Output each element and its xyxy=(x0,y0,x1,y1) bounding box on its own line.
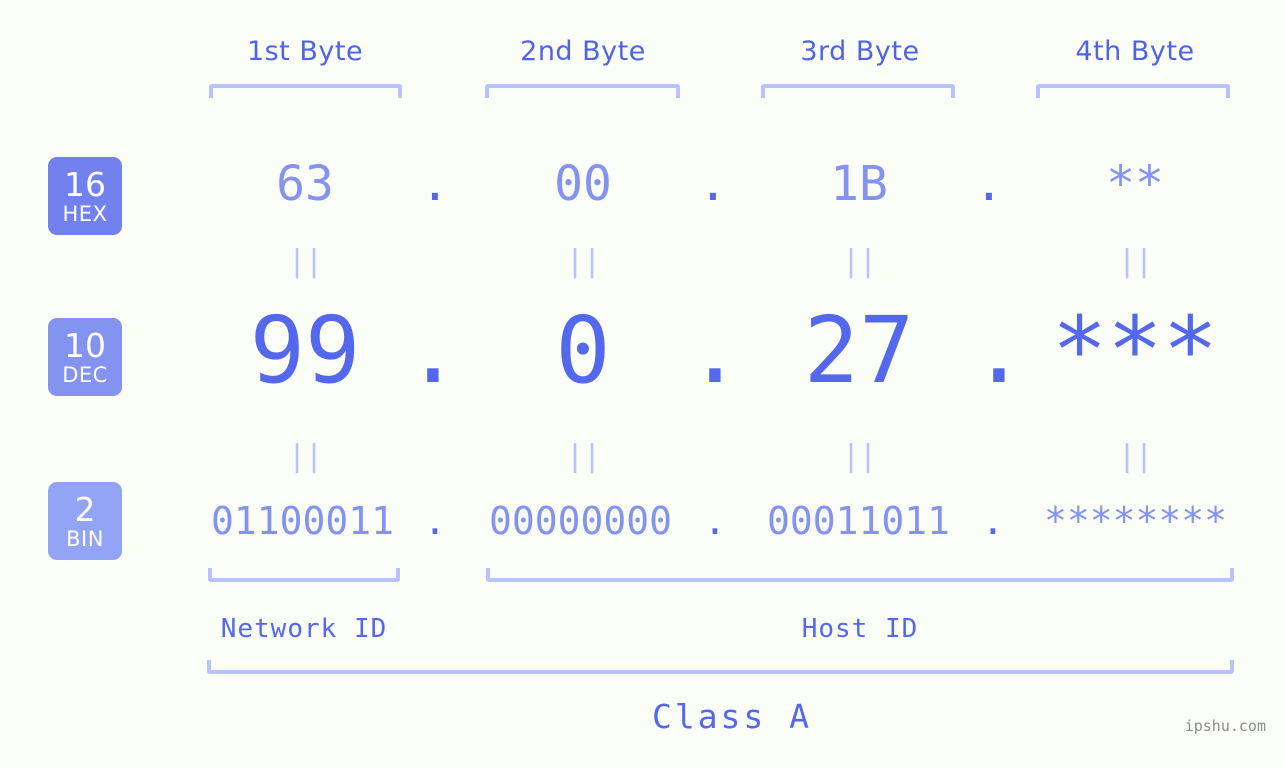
bin-separator-2: . xyxy=(703,499,727,543)
base-badge-dec-number: 10 xyxy=(64,325,106,365)
equals-connector-dec-bin-1: || xyxy=(287,439,323,474)
dec-separator-1: . xyxy=(405,297,461,404)
base-badge-bin: 2 BIN xyxy=(48,482,122,560)
hex-separator-2: . xyxy=(698,156,728,212)
equals-connector-hex-dec-3: || xyxy=(841,244,877,279)
dec-byte-value-1: 99 xyxy=(249,297,361,404)
byte-bracket-top-3 xyxy=(761,84,955,98)
byte-bracket-top-1 xyxy=(209,84,402,98)
bin-byte-value-2: 00000000 xyxy=(488,499,673,543)
base-badge-dec: 10 DEC xyxy=(48,318,122,396)
base-badge-bin-number: 2 xyxy=(74,489,96,529)
hex-byte-value-2: 00 xyxy=(554,156,612,212)
hex-byte-value-4: ** xyxy=(1106,156,1164,212)
byte-header-label-3: 3rd Byte xyxy=(800,36,920,67)
group-bracket-network-id xyxy=(208,568,400,582)
equals-connector-hex-dec-1: || xyxy=(287,244,323,279)
bin-byte-value-1: 01100011 xyxy=(210,499,395,543)
hex-separator-1: . xyxy=(420,156,450,212)
base-badge-hex-abbr: HEX xyxy=(62,201,108,226)
base-badge-hex-number: 16 xyxy=(64,164,106,204)
hex-byte-value-3: 1B xyxy=(830,156,888,212)
equals-connector-hex-dec-4: || xyxy=(1117,244,1153,279)
byte-bracket-top-4 xyxy=(1036,84,1230,98)
hex-separator-3: . xyxy=(974,156,1004,212)
equals-connector-hex-dec-2: || xyxy=(565,244,601,279)
dec-byte-value-4: *** xyxy=(1051,297,1219,404)
group-label-network-id: Network ID xyxy=(220,614,388,644)
byte-header-label-1: 1st Byte xyxy=(246,36,364,67)
bin-separator-3: . xyxy=(981,499,1005,543)
dec-separator-2: . xyxy=(687,297,743,404)
group-label-host-id: Host ID xyxy=(801,614,919,644)
byte-bracket-top-2 xyxy=(485,84,680,98)
bin-separator-1: . xyxy=(423,499,447,543)
byte-header-label-2: 2nd Byte xyxy=(520,36,646,67)
watermark-ipshu: ipshu.com xyxy=(1184,717,1266,735)
bin-byte-value-4: ******** xyxy=(1043,499,1228,543)
base-badge-dec-abbr: DEC xyxy=(62,362,108,387)
base-badge-bin-abbr: BIN xyxy=(66,526,104,551)
group-bracket-host-id xyxy=(486,568,1234,582)
dec-byte-value-2: 0 xyxy=(555,297,611,404)
ip-byte-breakdown-diagram: 1st Byte 2nd Byte 3rd Byte 4th Byte 16 H… xyxy=(0,0,1285,767)
hex-byte-value-1: 63 xyxy=(276,156,334,212)
class-bracket xyxy=(207,660,1234,674)
dec-byte-value-3: 27 xyxy=(803,297,915,404)
equals-connector-dec-bin-3: || xyxy=(841,439,877,474)
byte-header-label-4: 4th Byte xyxy=(1075,36,1195,67)
equals-connector-dec-bin-2: || xyxy=(565,439,601,474)
equals-connector-dec-bin-4: || xyxy=(1117,439,1153,474)
bin-byte-value-3: 00011011 xyxy=(766,499,951,543)
dec-separator-3: . xyxy=(971,297,1027,404)
class-label: Class A xyxy=(651,697,813,736)
base-badge-hex: 16 HEX xyxy=(48,157,122,235)
